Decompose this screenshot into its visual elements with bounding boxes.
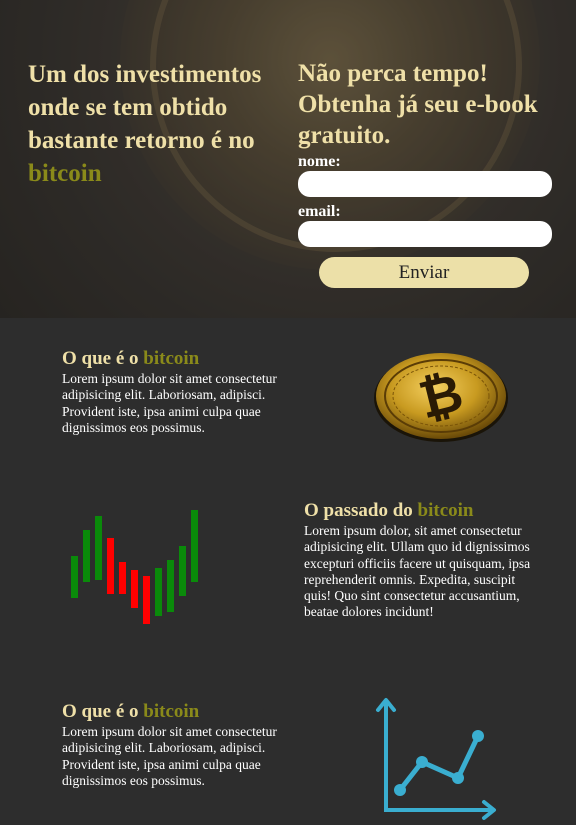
hero-title-accent: bitcoin xyxy=(28,160,102,187)
section-what-is-bitcoin: O que é o bitcoin Lorem ipsum dolor sit … xyxy=(0,318,576,490)
hero-title: Um dos investimentos onde se tem obtido … xyxy=(28,58,273,190)
section-title-text: O passado do xyxy=(304,500,418,521)
section-bitcoin-past: O passado do bitcoin Lorem ipsum dolor, … xyxy=(0,490,576,680)
section-title-accent: bitcoin xyxy=(143,701,200,722)
line-chart-icon xyxy=(376,698,496,820)
email-label: email: xyxy=(298,203,341,220)
email-input[interactable] xyxy=(298,221,552,247)
section-body: Lorem ipsum dolor, sit amet consectetur … xyxy=(304,523,531,620)
form-title: Não perca tempo! Obtenha já seu e-book g… xyxy=(298,60,538,149)
section-title: O passado do bitcoin xyxy=(304,500,473,522)
section-body: Lorem ipsum dolor sit amet consectetur a… xyxy=(62,371,277,435)
section-title-text: O que é o xyxy=(62,701,144,722)
section-what-is-bitcoin-2: O que é o bitcoin Lorem ipsum dolor sit … xyxy=(0,680,576,825)
section-body: Lorem ipsum dolor sit amet consectetur a… xyxy=(62,724,277,788)
section-title-text: O que é o xyxy=(62,348,144,369)
hero-banner: Um dos investimentos onde se tem obtido … xyxy=(0,0,576,318)
bitcoin-coin-icon: ₿ xyxy=(374,353,508,442)
section-title: O que é o bitcoin xyxy=(62,701,199,723)
candlestick-chart-icon xyxy=(71,510,198,624)
ebook-form: Não perca tempo! Obtenha já seu e-book g… xyxy=(298,58,553,288)
section-title-accent: bitcoin xyxy=(417,500,474,521)
name-label: nome: xyxy=(298,153,341,170)
submit-button[interactable]: Enviar xyxy=(319,257,529,288)
section-title: O que é o bitcoin xyxy=(62,348,199,370)
hero-title-text: Um dos investimentos onde se tem obtido … xyxy=(28,61,262,154)
section-title-accent: bitcoin xyxy=(143,348,200,369)
name-input[interactable] xyxy=(298,171,552,197)
